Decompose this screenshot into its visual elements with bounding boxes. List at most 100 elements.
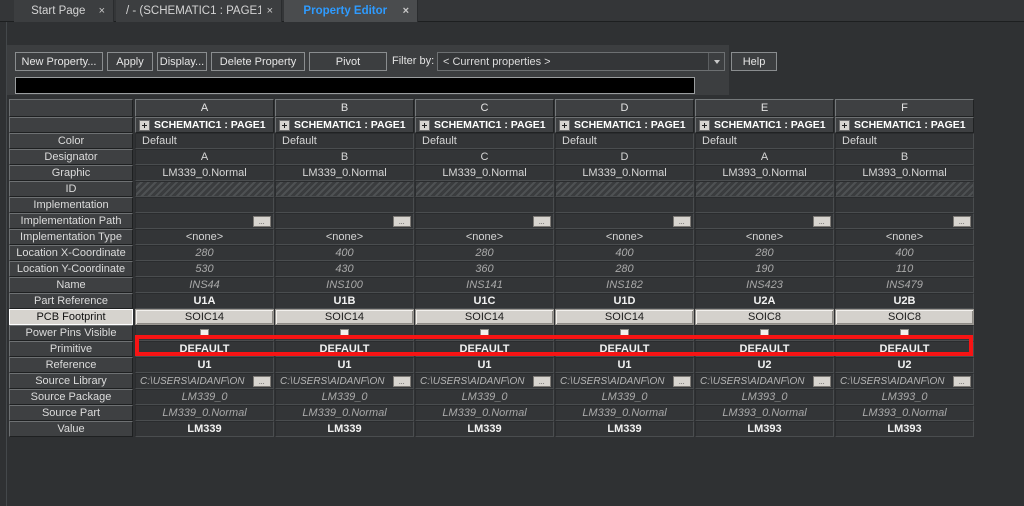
cell-power-pins-visible-b[interactable] xyxy=(275,325,414,341)
cell-value-e[interactable]: LM393 xyxy=(695,421,834,437)
cell-location-x-coordinate-a[interactable]: 280 xyxy=(135,245,274,261)
cell-graphic-c[interactable]: LM339_0.Normal xyxy=(415,165,554,181)
browse-ellipsis-button[interactable]: ... xyxy=(253,376,271,387)
cell-power-pins-visible-e[interactable] xyxy=(695,325,834,341)
cell-id-d[interactable] xyxy=(555,181,694,197)
power-pins-visible-checkbox[interactable] xyxy=(340,328,349,338)
power-pins-visible-checkbox[interactable] xyxy=(620,328,629,338)
cell-source-part-a[interactable]: LM339_0.Normal xyxy=(135,405,274,421)
expand-plus-icon[interactable] xyxy=(559,119,570,131)
cell-location-x-coordinate-b[interactable]: 400 xyxy=(275,245,414,261)
cell-color-b[interactable]: Default xyxy=(275,133,414,149)
cell-graphic-d[interactable]: LM339_0.Normal xyxy=(555,165,694,181)
expand-plus-icon[interactable] xyxy=(839,119,850,131)
browse-ellipsis-button[interactable]: ... xyxy=(393,376,411,387)
cell-location-y-coordinate-d[interactable]: 280 xyxy=(555,261,694,277)
cell-designator-d[interactable]: D xyxy=(555,149,694,165)
cell-power-pins-visible-a[interactable] xyxy=(135,325,274,341)
cell-location-x-coordinate-d[interactable]: 400 xyxy=(555,245,694,261)
cell-part-reference-b[interactable]: U1B xyxy=(275,293,414,309)
cell-implementation-path-f[interactable]: ... xyxy=(835,213,974,229)
cell-pcb-footprint-c[interactable]: SOIC14 xyxy=(415,309,554,325)
browse-ellipsis-button[interactable]: ... xyxy=(673,216,691,227)
cell-power-pins-visible-c[interactable] xyxy=(415,325,554,341)
row-header-primitive[interactable]: Primitive xyxy=(9,341,133,357)
row-header-part-reference[interactable]: Part Reference xyxy=(9,293,133,309)
row-header-value[interactable]: Value xyxy=(9,421,133,437)
power-pins-visible-checkbox[interactable] xyxy=(200,328,209,338)
row-header-location-y-coordinate[interactable]: Location Y-Coordinate xyxy=(9,261,133,277)
row-header-name[interactable]: Name xyxy=(9,277,133,293)
cell-name-e[interactable]: INS423 xyxy=(695,277,834,293)
cell-designator-a[interactable]: A xyxy=(135,149,274,165)
row-header-designator[interactable]: Designator xyxy=(9,149,133,165)
cell-implementation-f[interactable] xyxy=(835,197,974,213)
tab-start-page[interactable]: Start Page × xyxy=(14,0,114,22)
cell-source-package-a[interactable]: LM339_0 xyxy=(135,389,274,405)
cell-power-pins-visible-f[interactable] xyxy=(835,325,974,341)
cell-pcb-footprint-b[interactable]: SOIC14 xyxy=(275,309,414,325)
cell-reference-e[interactable]: U2 xyxy=(695,357,834,373)
page-header-cell[interactable]: SCHEMATIC1 : PAGE1 xyxy=(275,117,414,133)
cell-designator-b[interactable]: B xyxy=(275,149,414,165)
cell-value-d[interactable]: LM339 xyxy=(555,421,694,437)
cell-color-c[interactable]: Default xyxy=(415,133,554,149)
new-property-button[interactable]: New Property... xyxy=(15,52,103,71)
row-header-id[interactable]: ID xyxy=(9,181,133,197)
property-edit-input[interactable] xyxy=(15,77,695,94)
cell-graphic-f[interactable]: LM393_0.Normal xyxy=(835,165,974,181)
cell-location-x-coordinate-e[interactable]: 280 xyxy=(695,245,834,261)
cell-part-reference-f[interactable]: U2B xyxy=(835,293,974,309)
cell-part-reference-e[interactable]: U2A xyxy=(695,293,834,309)
cell-implementation-a[interactable] xyxy=(135,197,274,213)
cell-implementation-b[interactable] xyxy=(275,197,414,213)
cell-source-library-f[interactable]: C:\USERS\AIDANF\ON... xyxy=(835,373,974,389)
page-header-cell[interactable]: SCHEMATIC1 : PAGE1 xyxy=(135,117,274,133)
cell-source-library-d[interactable]: C:\USERS\AIDANF\ON... xyxy=(555,373,694,389)
row-header-power-pins-visible[interactable]: Power Pins Visible xyxy=(9,325,133,341)
page-header-cell[interactable]: SCHEMATIC1 : PAGE1 xyxy=(835,117,974,133)
cell-pcb-footprint-d[interactable]: SOIC14 xyxy=(555,309,694,325)
cell-primitive-f[interactable]: DEFAULT xyxy=(835,341,974,357)
row-header-graphic[interactable]: Graphic xyxy=(9,165,133,181)
cell-part-reference-c[interactable]: U1C xyxy=(415,293,554,309)
tab-start-page-close-icon[interactable]: × xyxy=(99,5,105,17)
cell-primitive-e[interactable]: DEFAULT xyxy=(695,341,834,357)
cell-reference-d[interactable]: U1 xyxy=(555,357,694,373)
cell-source-package-b[interactable]: LM339_0 xyxy=(275,389,414,405)
cell-part-reference-d[interactable]: U1D xyxy=(555,293,694,309)
cell-source-library-e[interactable]: C:\USERS\AIDANF\ON... xyxy=(695,373,834,389)
column-header-a[interactable]: A xyxy=(135,99,274,117)
row-header-implementation-path[interactable]: Implementation Path xyxy=(9,213,133,229)
delete-property-button[interactable]: Delete Property xyxy=(211,52,305,71)
row-header-implementation[interactable]: Implementation xyxy=(9,197,133,213)
expand-plus-icon[interactable] xyxy=(419,119,430,131)
expand-plus-icon[interactable] xyxy=(139,119,150,131)
cell-id-b[interactable] xyxy=(275,181,414,197)
page-header-cell[interactable]: SCHEMATIC1 : PAGE1 xyxy=(415,117,554,133)
cell-source-part-f[interactable]: LM393_0.Normal xyxy=(835,405,974,421)
cell-name-a[interactable]: INS44 xyxy=(135,277,274,293)
cell-implementation-type-f[interactable]: <none> xyxy=(835,229,974,245)
cell-id-f[interactable] xyxy=(835,181,974,197)
tab-property-editor[interactable]: Property Editor × xyxy=(284,0,418,22)
cell-pcb-footprint-e[interactable]: SOIC8 xyxy=(695,309,834,325)
browse-ellipsis-button[interactable]: ... xyxy=(253,216,271,227)
cell-name-d[interactable]: INS182 xyxy=(555,277,694,293)
cell-implementation-path-c[interactable]: ... xyxy=(415,213,554,229)
cell-location-y-coordinate-b[interactable]: 430 xyxy=(275,261,414,277)
cell-name-f[interactable]: INS479 xyxy=(835,277,974,293)
cell-primitive-d[interactable]: DEFAULT xyxy=(555,341,694,357)
cell-value-b[interactable]: LM339 xyxy=(275,421,414,437)
column-header-b[interactable]: B xyxy=(275,99,414,117)
cell-source-library-a[interactable]: C:\USERS\AIDANF\ON... xyxy=(135,373,274,389)
cell-power-pins-visible-d[interactable] xyxy=(555,325,694,341)
cell-name-c[interactable]: INS141 xyxy=(415,277,554,293)
browse-ellipsis-button[interactable]: ... xyxy=(533,376,551,387)
row-header-source-library[interactable]: Source Library xyxy=(9,373,133,389)
cell-name-b[interactable]: INS100 xyxy=(275,277,414,293)
browse-ellipsis-button[interactable]: ... xyxy=(813,216,831,227)
cell-source-library-c[interactable]: C:\USERS\AIDANF\ON... xyxy=(415,373,554,389)
cell-primitive-b[interactable]: DEFAULT xyxy=(275,341,414,357)
cell-color-a[interactable]: Default xyxy=(135,133,274,149)
